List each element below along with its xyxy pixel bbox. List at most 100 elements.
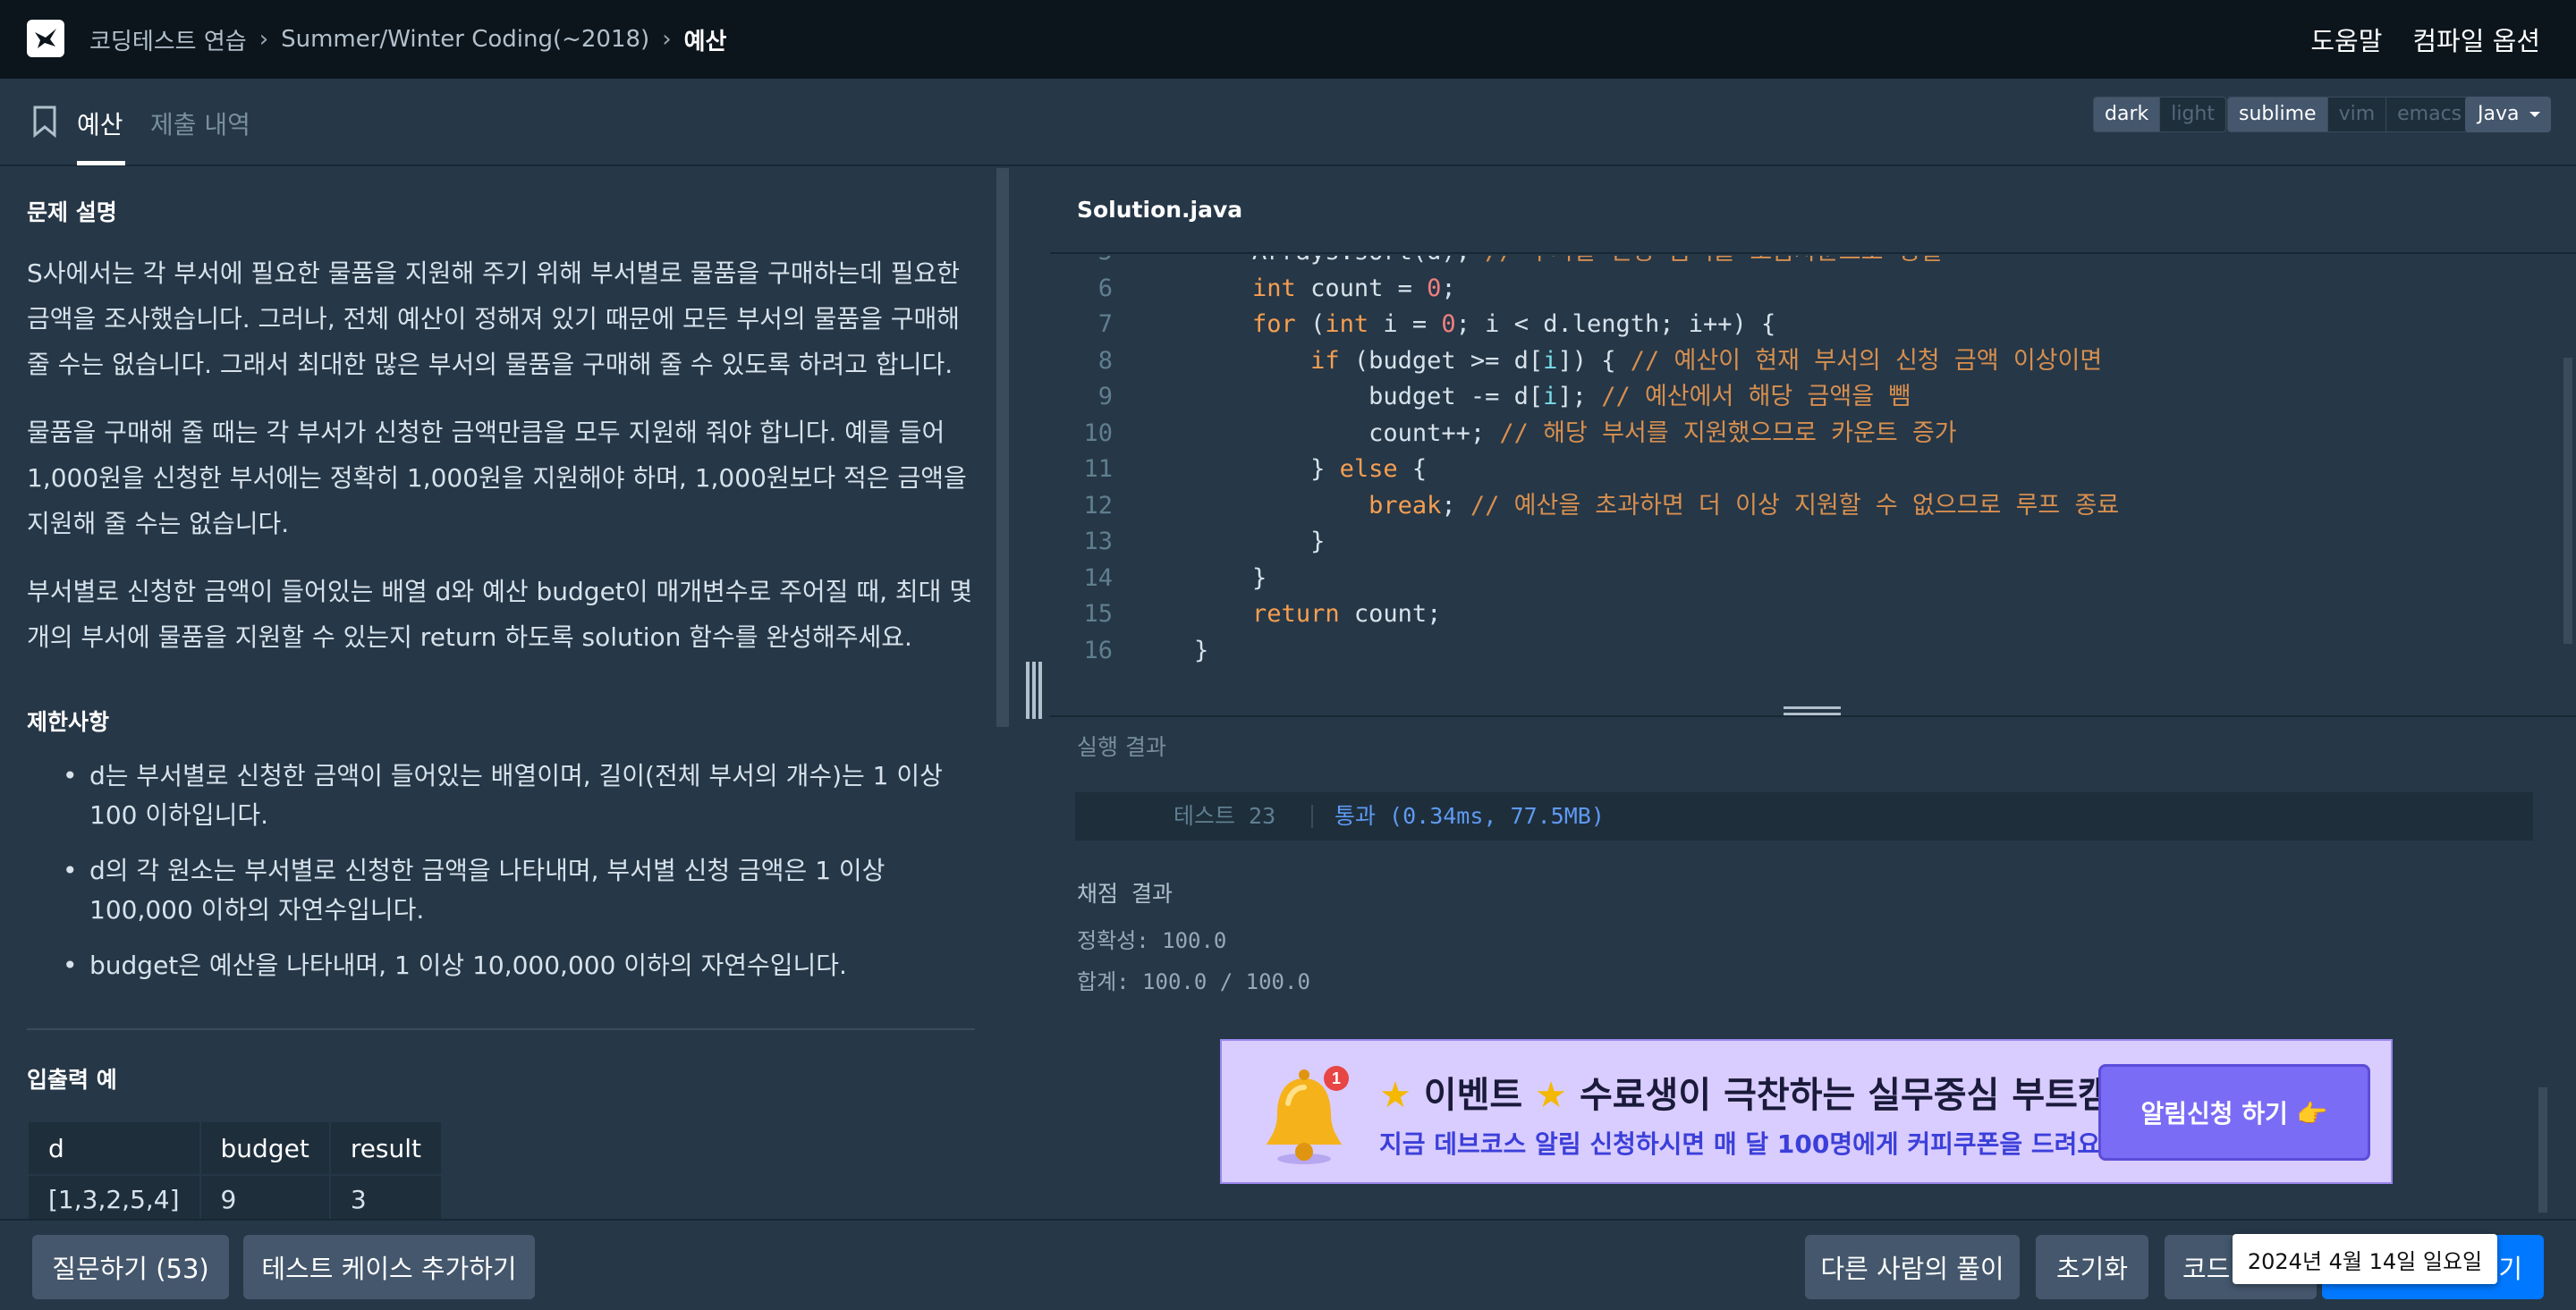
line-number: 16 (1083, 636, 1113, 664)
others-solutions-button[interactable]: 다른 사람의 풀이 (1805, 1235, 2020, 1299)
tab-problem[interactable]: 예산 (77, 106, 123, 141)
code-line[interactable]: 6 int count = 0; (1050, 271, 2562, 307)
line-number: 15 (1083, 600, 1113, 628)
table-cell: 3 (328, 1174, 444, 1219)
code-text: break; // 예산을 초과하면 더 이상 지원할 수 없으므로 루프 종료 (1368, 491, 2120, 520)
line-number: 6 (1097, 274, 1113, 302)
star-icon: ★ (1379, 1075, 1411, 1116)
table-header-row: d budget result (27, 1120, 444, 1176)
test-name: 테스트 23 (1174, 803, 1276, 829)
line-number: 12 (1083, 491, 1113, 520)
event-banner[interactable]: 1 ★ 이벤트 ★ 수료생이 극찬하는 실무중심 부트캠프 지금 데브코스 알림… (1220, 1039, 2393, 1184)
divider (27, 1028, 975, 1030)
code-text: budget -= d[i]; // 예산에서 해당 금액을 뺌 (1136, 383, 1911, 410)
code-line[interactable]: 16 } (1050, 633, 2562, 669)
editor-header: Solution.java (1050, 168, 2576, 254)
list-item: d의 각 원소는 부서별로 신청한 금액을 나타내며, 부서별 신청 금액은 1… (63, 851, 957, 930)
resize-handle-icon[interactable] (1026, 662, 1042, 719)
problem-paragraph-2: 물품을 구매해 줄 때는 각 부서가 신청한 금액만큼을 모두 지원해 줘야 합… (27, 418, 967, 538)
code-text: return count; (1252, 600, 1442, 628)
language-select[interactable]: Java (2465, 97, 2551, 132)
code-line[interactable]: 7 for (int i = 0; i < d.length; i++) { (1050, 307, 2562, 342)
line-number: 5 (1050, 256, 1113, 270)
table-header: budget (199, 1120, 331, 1176)
ad-title-text: 이벤트 (1423, 1075, 1523, 1116)
code-line[interactable]: 12 break; // 예산을 초과하면 더 이상 지원할 수 없으므로 루프… (1050, 488, 2562, 524)
keymap-emacs-option[interactable]: emacs (2386, 97, 2472, 131)
date-tooltip: 2024년 4월 14일 일요일 (2233, 1234, 2497, 1284)
run-result-heading: 실행 결과 (1077, 734, 1166, 760)
code-line[interactable]: 13 } (1050, 524, 2562, 560)
bookmark-icon[interactable] (32, 106, 57, 138)
ad-subtitle: 지금 데브코스 알림 신청하시면 매 달 100명에게 커피쿠폰을 드려요! (1379, 1129, 2112, 1159)
problem-panel: 문제 설명 S사에서는 각 부서에 필요한 물품을 지원해 주기 위해 부서별로… (0, 168, 1002, 1219)
list-item: budget은 예산을 나타내며, 1 이상 10,000,000 이하의 자연… (63, 946, 957, 985)
list-item: d는 부서별로 신청한 금액이 들어있는 배열이며, 길이(전체 부서의 개수)… (63, 756, 957, 835)
help-link[interactable]: 도움말 (2310, 21, 2382, 58)
line-number: 9 (1097, 383, 1113, 410)
table-header: result (328, 1120, 444, 1176)
editor-scrollbar[interactable] (2563, 358, 2572, 644)
result-scrollbar[interactable] (2538, 1087, 2547, 1213)
problem-paragraph-3: 부서별로 신청한 금액이 들어있는 배열 d와 예산 budget이 매개변수로… (27, 577, 973, 652)
ad-title-rest: 수료생이 극찬하는 실무중심 부트캠프 (1579, 1075, 2144, 1116)
test-result-row: 테스트 23 통과 (0.34ms, 77.5MB) (1075, 792, 2533, 841)
notify-signup-button[interactable]: 알림신청 하기 👉 (2098, 1064, 2370, 1161)
compile-options-link[interactable]: 컴파일 옵션 (2412, 21, 2540, 58)
theme-toggle: dark light (2093, 97, 2226, 132)
limits-list: d는 부서별로 신청한 금액이 들어있는 배열이며, 길이(전체 부서의 개수)… (63, 756, 957, 1002)
breadcrumb-item-coding-test[interactable]: 코딩테스트 연습 (89, 23, 247, 56)
code-text: Arrays.sort(d); // 부서별 신청 금액을 오름차순으로 정렬 (1136, 256, 1942, 270)
ask-question-button[interactable]: 질문하기 (53) (32, 1235, 229, 1299)
code-line[interactable]: 14 } (1050, 561, 2562, 596)
code-line[interactable]: 15 return count; (1050, 596, 2562, 632)
divider (1311, 805, 1313, 828)
line-number: 10 (1083, 418, 1113, 447)
bottom-bar: 질문하기 (53) 테스트 케이스 추가하기 다른 사람의 풀이 초기화 코드 … (0, 1219, 2576, 1310)
top-nav: 코딩테스트 연습 › Summer/Winter Coding(~2018) ›… (0, 0, 2576, 79)
code-editor[interactable]: 5 Arrays.sort(d); // 부서별 신청 금액을 오름차순으로 정… (1050, 256, 2576, 701)
table-row: [1,3,2,5,4] 9 3 (27, 1174, 444, 1219)
line-number: 11 (1083, 455, 1113, 483)
chevron-right-icon: › (258, 26, 269, 53)
star-icon: ★ (1535, 1075, 1567, 1116)
breadcrumb: 코딩테스트 연습 › Summer/Winter Coding(~2018) ›… (89, 0, 726, 79)
keymap-toggle: sublime vim emacs (2227, 97, 2474, 132)
grade-total: 합계: 100.0 / 100.0 (1077, 969, 1310, 994)
run-result-header: 실행 결과 (1050, 715, 2576, 787)
grade-heading: 채점 결과 (1077, 881, 1174, 907)
keymap-vim-option[interactable]: vim (2328, 97, 2387, 131)
code-line[interactable]: 8 if (budget >= d[i]) { // 예산이 현재 부서의 신청… (1050, 343, 2562, 379)
code-text: for (int i = 0; i < d.length; i++) { (1252, 310, 1776, 338)
breadcrumb-item-category[interactable]: Summer/Winter Coding(~2018) (281, 26, 649, 53)
logo-icon[interactable] (27, 20, 64, 57)
breadcrumb-item-current: 예산 (683, 28, 727, 55)
ad-title: ★ 이벤트 ★ 수료생이 극찬하는 실무중심 부트캠프 (1379, 1066, 2144, 1118)
problem-scrollbar[interactable] (996, 168, 1009, 727)
theme-dark-option[interactable]: dark (2094, 97, 2161, 131)
table-header: d (27, 1120, 201, 1176)
problem-heading: 문제 설명 (27, 199, 117, 225)
code-line[interactable]: 11 } else { (1050, 452, 2562, 487)
keymap-sublime-option[interactable]: sublime (2228, 97, 2328, 131)
code-text: count++; // 해당 부서를 지원했으므로 카운트 증가 (1136, 418, 1957, 447)
table-cell: 9 (199, 1174, 331, 1219)
test-status: 통과 (0.34ms, 77.5MB) (1335, 803, 1605, 829)
theme-light-option[interactable]: light (2160, 97, 2225, 131)
code-text: } (1136, 563, 1267, 592)
io-example-table: d budget result [1,3,2,5,4] 9 3 (27, 1120, 444, 1219)
code-line[interactable]: 5 Arrays.sort(d); // 부서별 신청 금액을 오름차순으로 정… (1050, 256, 2562, 270)
line-number: 7 (1097, 310, 1113, 338)
editor-filename: Solution.java (1077, 197, 1243, 223)
chevron-right-icon: › (662, 26, 672, 53)
code-line[interactable]: 9 budget -= d[i]; // 예산에서 해당 금액을 뺌 (1050, 379, 2562, 415)
code-text: } else { (1136, 455, 1428, 483)
code-line[interactable]: 10 count++; // 해당 부서를 지원했으므로 카운트 증가 (1050, 416, 2562, 452)
grade-accuracy: 정확성: 100.0 (1077, 928, 1227, 953)
notification-badge: 1 (1332, 1069, 1341, 1087)
active-tab-indicator (77, 161, 125, 165)
code-text: } (1136, 528, 1326, 555)
add-test-case-button[interactable]: 테스트 케이스 추가하기 (243, 1235, 535, 1299)
tab-submissions[interactable]: 제출 내역 (150, 106, 250, 141)
reset-button[interactable]: 초기화 (2036, 1235, 2148, 1299)
